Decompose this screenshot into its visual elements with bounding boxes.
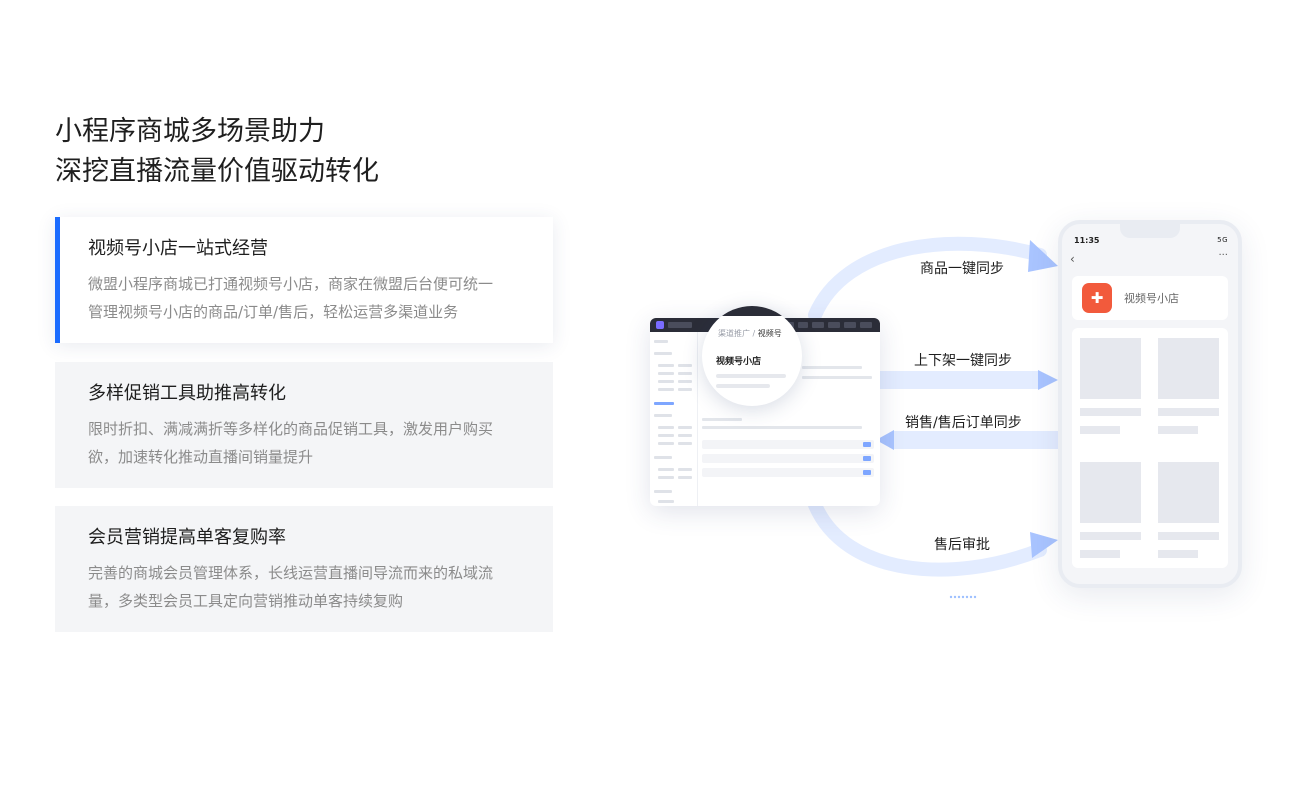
headline: 小程序商城多场景助力 深挖直播流量价值驱动转化 <box>55 112 379 192</box>
breadcrumb: 渠道推广 / 视频号 <box>718 329 782 338</box>
feature-description-line: 完善的商城会员管理体系，长线运营直播间导流而来的私域流 <box>88 564 494 582</box>
feature-description-line: 欲，加速转化推动直播间销量提升 <box>88 448 314 466</box>
feature-card-membership[interactable]: 会员营销提高单客复购率 完善的商城会员管理体系，长线运营直播间导流而来的私域流 … <box>55 506 553 632</box>
headline-line-1: 小程序商城多场景助力 <box>55 116 325 147</box>
breadcrumb-parent: 渠道推广 <box>718 329 750 338</box>
product-placeholder[interactable] <box>1158 338 1219 399</box>
label-product-sync: 商品一键同步 <box>920 261 1004 277</box>
feature-title: 多样促销工具助推高转化 <box>88 383 286 404</box>
magnifier-lens: 渠道推广 / 视频号 视频号小店 <box>702 306 802 406</box>
product-grid <box>1072 328 1228 568</box>
shopping-bag-icon: ✚ <box>1082 283 1112 313</box>
phone-notch <box>1120 224 1180 238</box>
status-signal: 5G <box>1217 236 1228 244</box>
label-order-sync: 销售/售后订单同步 <box>905 415 1022 431</box>
feature-description: 微盟小程序商城已打通视频号小店，商家在微盟后台便可统一 管理视频号小店的商品/订… <box>88 270 539 326</box>
more-icon[interactable]: ··· <box>1218 250 1228 261</box>
feature-title: 视频号小店一站式经营 <box>88 238 268 259</box>
top-arc <box>808 236 1047 322</box>
bottom-arc <box>808 498 1047 577</box>
magnifier-top-bar <box>702 306 802 316</box>
feature-description-line: 量，多类型会员工具定向营销推动单客持续复购 <box>88 592 404 610</box>
phone-mock: 11:35 5G ‹ ··· ✚ 视频号小店 <box>1058 220 1242 588</box>
feature-description-line: 管理视频号小店的商品/订单/售后，轻松运营多渠道业务 <box>88 303 459 321</box>
admin-sidebar <box>650 332 698 506</box>
shop-card[interactable]: ✚ 视频号小店 <box>1072 276 1228 320</box>
back-icon[interactable]: ‹ <box>1070 252 1075 266</box>
active-accent-bar <box>55 217 60 343</box>
feature-card-video-shop[interactable]: 视频号小店一站式经营 微盟小程序商城已打通视频号小店，商家在微盟后台便可统一 管… <box>55 217 553 343</box>
page-title: 视频号小店 <box>716 357 762 367</box>
product-placeholder[interactable] <box>1158 462 1219 523</box>
feature-title: 会员营销提高单客复购率 <box>88 527 286 548</box>
breadcrumb-current: 视频号 <box>757 329 782 338</box>
sync-illustration: 渠道推广 / 视频号 视频号小店 11:35 5G ‹ ··· ✚ 视频号小店 <box>630 210 1270 630</box>
order-sync-band <box>892 431 1058 449</box>
feature-description-line: 微盟小程序商城已打通视频号小店，商家在微盟后台便可统一 <box>88 275 494 293</box>
feature-description: 限时折扣、满减满折等多样化的商品促销工具，激发用户购买 欲，加速转化推动直播间销… <box>88 415 539 471</box>
label-listing-sync: 上下架一键同步 <box>914 353 1012 369</box>
pagination-dots <box>949 595 977 599</box>
shop-name: 视频号小店 <box>1124 292 1179 305</box>
product-placeholder[interactable] <box>1080 462 1141 523</box>
top-arc-arrowhead <box>1028 240 1058 272</box>
headline-line-2: 深挖直播流量价值驱动转化 <box>55 156 379 187</box>
feature-description: 完善的商城会员管理体系，长线运营直播间导流而来的私域流 量，多类型会员工具定向营… <box>88 559 539 615</box>
admin-logo <box>656 321 664 329</box>
feature-card-promotion[interactable]: 多样促销工具助推高转化 限时折扣、满减满折等多样化的商品促销工具，激发用户购买 … <box>55 362 553 488</box>
listing-sync-arrowhead <box>1038 370 1058 390</box>
feature-description-line: 限时折扣、满减满折等多样化的商品促销工具，激发用户购买 <box>88 420 494 438</box>
product-placeholder[interactable] <box>1080 338 1141 399</box>
status-time: 11:35 <box>1074 236 1100 245</box>
listing-sync-band <box>880 371 1040 389</box>
label-after-sale: 售后审批 <box>934 537 990 553</box>
